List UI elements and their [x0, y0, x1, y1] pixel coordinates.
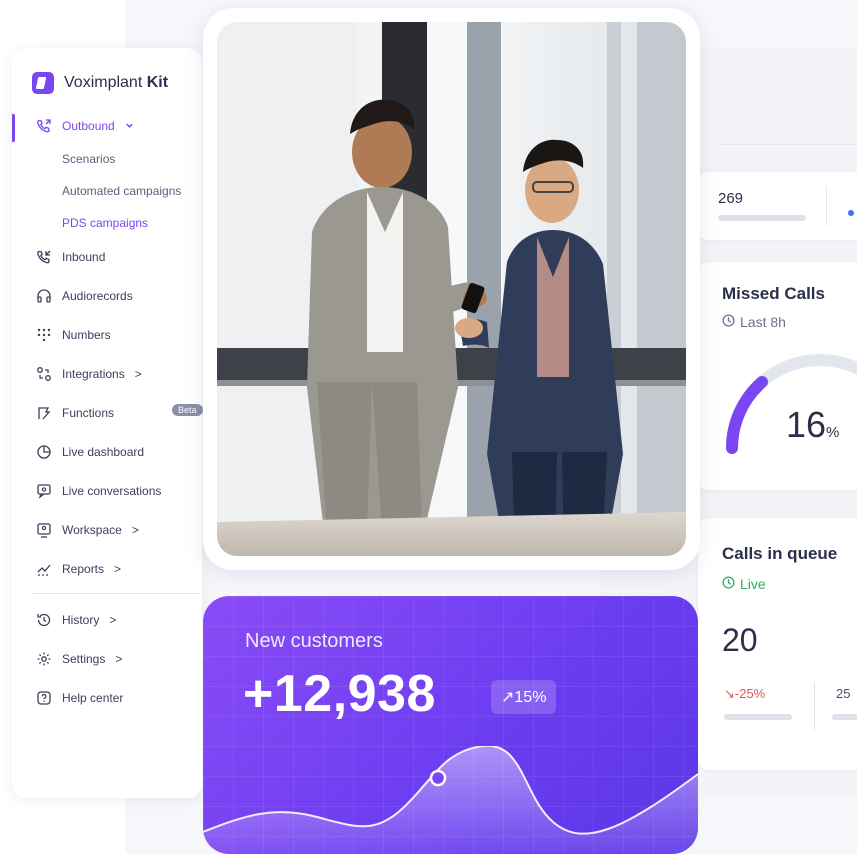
- phone-outgoing-icon: [36, 118, 52, 134]
- sidebar-item-label: Help center: [62, 691, 124, 705]
- photo-card: [203, 8, 700, 570]
- sidebar-item-live-conversations[interactable]: Live conversations: [36, 483, 161, 499]
- business-people-photo: [217, 22, 686, 556]
- sidebar-item-label: History: [62, 613, 100, 627]
- sidebar-item-label: Numbers: [62, 328, 111, 342]
- card-label: New customers: [245, 630, 383, 652]
- help-icon: [36, 690, 52, 706]
- sidebar-subitem-pds-campaigns[interactable]: PDS campaigns: [62, 216, 148, 230]
- chevron-right-icon: >: [134, 367, 142, 381]
- integrations-icon: [36, 366, 52, 382]
- chevron-right-icon: >: [115, 652, 123, 666]
- card-title: Missed Calls: [722, 284, 825, 303]
- queue-value: 20: [722, 622, 758, 658]
- chevron-right-icon: >: [109, 613, 117, 627]
- sidebar-item-label: Live dashboard: [62, 445, 145, 459]
- pie-chart-icon: [36, 444, 52, 460]
- missed-percent: 16%: [786, 404, 840, 445]
- card-title: Calls in queue: [722, 544, 838, 563]
- headphones-icon: [36, 288, 52, 304]
- beta-badge: Beta: [172, 404, 203, 416]
- chat-icon: [36, 483, 52, 499]
- chevron-right-icon: >: [131, 523, 139, 537]
- chevron-right-icon: >: [114, 562, 122, 576]
- logo-icon: [32, 72, 54, 94]
- queue-bar: [724, 714, 792, 720]
- sidebar-item-label: Live conversations: [62, 484, 162, 498]
- sidebar-item-history[interactable]: History >: [36, 612, 116, 628]
- sidebar-item-audiorecords[interactable]: Audiorecords: [36, 288, 133, 304]
- customers-value: +12,938: [243, 665, 436, 723]
- divider: [814, 682, 815, 730]
- sidebar-item-help-center[interactable]: Help center: [36, 690, 123, 706]
- sidebar-item-label: Workspace: [62, 523, 122, 537]
- sidebar-subitem-automated-campaigns[interactable]: Automated campaigns: [62, 184, 181, 198]
- app-logo[interactable]: Voximplant Kit: [32, 72, 168, 94]
- history-icon: [36, 612, 52, 628]
- phone-incoming-icon: [36, 249, 52, 265]
- sidebar-item-label: Functions: [62, 406, 115, 420]
- functions-icon: [36, 405, 52, 421]
- sidebar-divider: [32, 593, 200, 594]
- chart-point: [429, 769, 447, 787]
- sidebar-item-label: Outbound: [62, 119, 115, 133]
- stat-bar: [718, 215, 806, 221]
- sidebar-item-functions[interactable]: Functions: [36, 405, 114, 421]
- sidebar-item-label: Integrations: [62, 367, 125, 381]
- indicator-dot: [848, 210, 854, 216]
- new-customers-card: New customers +12,938 ↗15%: [203, 596, 698, 854]
- clock-icon: [722, 576, 735, 592]
- queue-secondary: 25: [836, 686, 851, 701]
- live-status: Live: [722, 576, 766, 592]
- sidebar: Voximplant Kit Outbound Scenarios Automa…: [12, 48, 203, 798]
- clock-icon: [722, 314, 735, 330]
- sidebar-item-numbers[interactable]: Numbers: [36, 327, 111, 343]
- calls-in-queue-card: Calls in queue Live 20 ↘-25% 25: [698, 518, 857, 770]
- sidebar-item-inbound[interactable]: Inbound: [36, 249, 105, 265]
- sidebar-item-reports[interactable]: Reports >: [36, 561, 121, 577]
- active-indicator: [12, 114, 15, 142]
- workspace-icon: [36, 522, 52, 538]
- change-badge: ↗15%: [491, 680, 557, 714]
- sidebar-item-outbound[interactable]: Outbound: [36, 118, 134, 134]
- trend-wave-chart: [203, 746, 698, 854]
- chevron-down-icon: [125, 119, 134, 133]
- card-period: Last 8h: [722, 314, 786, 330]
- status-label: Live: [740, 576, 766, 592]
- reports-icon: [36, 561, 52, 577]
- queue-bar: [832, 714, 857, 720]
- period-label: Last 8h: [740, 314, 786, 330]
- sidebar-item-live-dashboard[interactable]: Live dashboard: [36, 444, 144, 460]
- sidebar-item-integrations[interactable]: Integrations >: [36, 366, 142, 382]
- stat-value: 269: [718, 190, 744, 207]
- divider: [826, 186, 827, 226]
- queue-change: ↘-25%: [724, 686, 766, 701]
- sidebar-item-label: Inbound: [62, 250, 106, 264]
- divider: [720, 144, 857, 145]
- sidebar-item-workspace[interactable]: Workspace >: [36, 522, 139, 538]
- sidebar-subitem-scenarios[interactable]: Scenarios: [62, 152, 115, 166]
- sidebar-item-label: Audiorecords: [62, 289, 133, 303]
- stat-card: 269: [698, 172, 857, 240]
- sidebar-item-settings[interactable]: Settings >: [36, 651, 122, 667]
- sidebar-item-label: Reports: [62, 562, 105, 576]
- app-name: Voximplant Kit: [64, 74, 169, 91]
- sidebar-item-label: Settings: [62, 652, 106, 666]
- missed-calls-card: Missed Calls Last 8h 16%: [698, 262, 857, 490]
- gear-icon: [36, 651, 52, 667]
- dialpad-icon: [36, 327, 52, 343]
